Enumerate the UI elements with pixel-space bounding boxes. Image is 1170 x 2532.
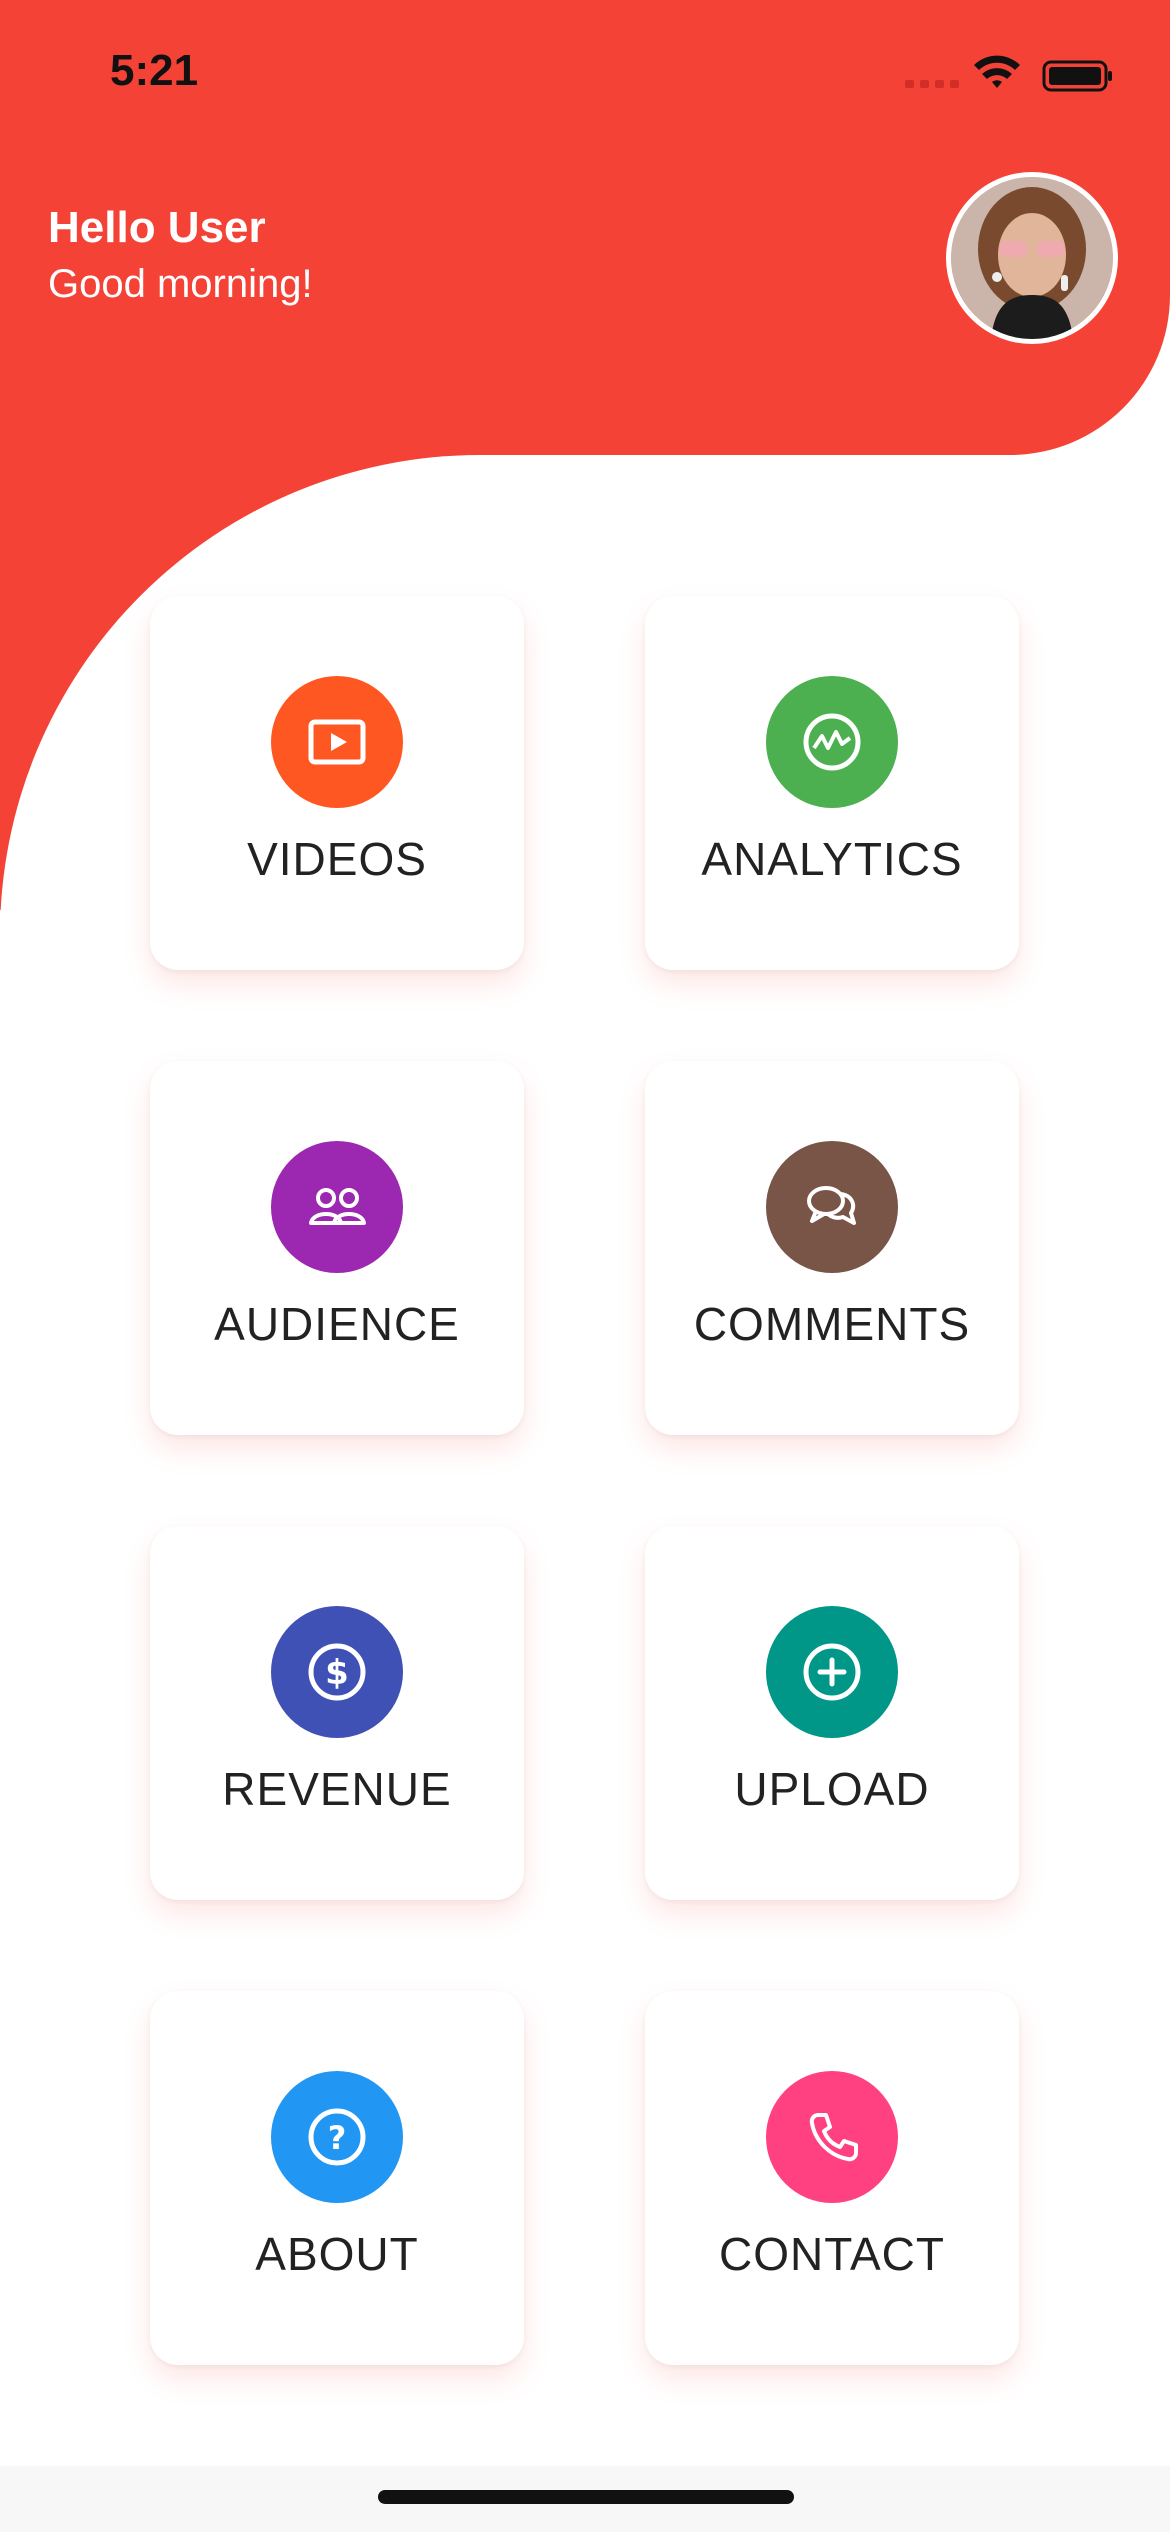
people-icon <box>271 1141 403 1273</box>
status-bar: 5:21 <box>0 0 1170 150</box>
menu-card-label: AUDIENCE <box>214 1298 460 1350</box>
menu-card-comments[interactable]: COMMENTS <box>645 1061 1019 1435</box>
add-circle-icon <box>766 1606 898 1738</box>
menu-card-analytics[interactable]: ANALYTICS <box>645 596 1019 970</box>
wifi-icon <box>974 55 1020 88</box>
svg-text:$: $ <box>325 1653 349 1693</box>
svg-text:?: ? <box>328 2119 347 2157</box>
user-avatar[interactable] <box>946 172 1118 344</box>
analytics-chart-icon <box>766 676 898 808</box>
menu-card-about[interactable]: ? ABOUT <box>150 1991 524 2365</box>
menu-card-audience[interactable]: AUDIENCE <box>150 1061 524 1435</box>
menu-card-revenue[interactable]: $ REVENUE <box>150 1526 524 1900</box>
status-time: 5:21 <box>110 46 199 95</box>
menu-card-label: ABOUT <box>255 2228 419 2280</box>
menu-card-videos[interactable]: VIDEOS <box>150 596 524 970</box>
cellular-signal-icon <box>905 80 959 88</box>
play-video-icon <box>271 676 403 808</box>
home-indicator[interactable] <box>378 2490 794 2504</box>
menu-card-label: COMMENTS <box>693 1298 971 1350</box>
menu-card-label: VIDEOS <box>247 833 427 885</box>
greeting: Hello User Good morning! <box>48 200 313 312</box>
menu-card-label: ANALYTICS <box>701 833 963 885</box>
dollar-icon: $ <box>271 1606 403 1738</box>
phone-icon <box>766 2071 898 2203</box>
chat-bubbles-icon <box>766 1141 898 1273</box>
user-avatar-photo <box>951 177 1113 339</box>
menu-card-contact[interactable]: CONTACT <box>645 1991 1019 2365</box>
menu-card-upload[interactable]: UPLOAD <box>645 1526 1019 1900</box>
menu-card-label: CONTACT <box>719 2228 945 2280</box>
menu-card-label: REVENUE <box>222 1763 452 1815</box>
greeting-subtitle: Good morning! <box>48 262 313 306</box>
menu-card-label: UPLOAD <box>734 1763 930 1815</box>
help-circle-icon: ? <box>271 2071 403 2203</box>
battery-icon <box>1042 60 1112 92</box>
greeting-title: Hello User <box>48 203 266 252</box>
